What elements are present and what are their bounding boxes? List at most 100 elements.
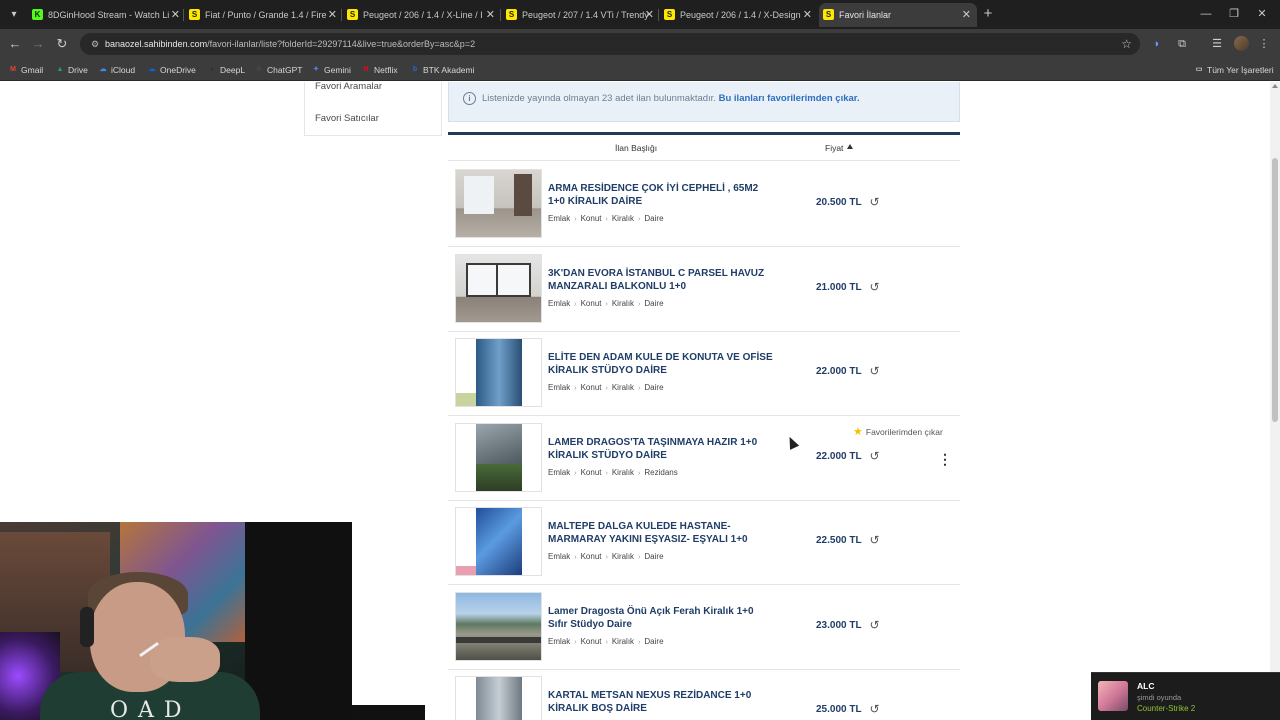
browser-tab-3[interactable]: S Peugeot / 206 / 1.4 / X-Line / I ✕ bbox=[343, 3, 501, 27]
breadcrumb-item[interactable]: Daire bbox=[644, 637, 663, 646]
steam-friend-notification[interactable]: ALC şimdi oyunda Counter-Strike 2 bbox=[1091, 672, 1280, 720]
tab-search-icon[interactable]: ▾ bbox=[4, 5, 24, 25]
listing-title[interactable]: MALTEPE DALGA KULEDE HASTANE-MARMARAY YA… bbox=[548, 520, 773, 546]
bookmark-netflix[interactable]: N Netflix bbox=[361, 59, 397, 81]
breadcrumb-item[interactable]: Konut bbox=[581, 468, 602, 477]
bookmark-drive[interactable]: ▲ Drive bbox=[55, 59, 88, 81]
sidebar-item-favori-saticilar[interactable]: Favori Satıcılar bbox=[315, 113, 379, 124]
table-row[interactable]: ARMA RESİDENCE ÇOK İYİ CEPHELİ , 65M2 1+… bbox=[448, 162, 960, 247]
breadcrumb-item[interactable]: Kiralık bbox=[612, 637, 634, 646]
reload-button[interactable]: ↻ bbox=[52, 34, 72, 54]
remove-inactive-link[interactable]: Bu ilanları favorilerimden çıkar. bbox=[719, 93, 860, 104]
back-button[interactable]: ← bbox=[5, 34, 25, 54]
price-history-icon[interactable]: ↺ bbox=[868, 534, 881, 547]
profile-avatar[interactable] bbox=[1234, 36, 1249, 51]
price-history-icon[interactable]: ↺ bbox=[868, 618, 881, 632]
browser-tab-4[interactable]: S Peugeot / 207 / 1.4 VTi / Trendy ✕ bbox=[502, 3, 660, 27]
scrollbar-thumb[interactable] bbox=[1272, 158, 1278, 422]
extensions-puzzle-icon[interactable]: ⧉ bbox=[1172, 34, 1192, 54]
browser-tab-5[interactable]: S Peugeot / 206 / 1.4 / X-Design ✕ bbox=[660, 3, 818, 27]
listing-thumbnail[interactable] bbox=[455, 676, 542, 720]
price-history-icon[interactable]: ↺ bbox=[868, 449, 881, 463]
scroll-up-icon[interactable] bbox=[1272, 84, 1278, 88]
listing-title[interactable]: LAMER DRAGOS'TA TAŞINMAYA HAZIR 1+0 KİRA… bbox=[548, 436, 773, 462]
forward-button[interactable]: → bbox=[28, 34, 48, 54]
close-window-icon[interactable]: ✕ bbox=[1252, 4, 1272, 24]
listing-thumbnail[interactable] bbox=[455, 253, 542, 323]
listing-thumbnail[interactable] bbox=[455, 507, 542, 576]
breadcrumb-item[interactable]: Emlak bbox=[548, 468, 570, 477]
breadcrumb-item[interactable]: Daire bbox=[644, 383, 663, 392]
breadcrumb-item[interactable]: Konut bbox=[581, 637, 602, 646]
price-history-icon[interactable]: ↺ bbox=[868, 280, 881, 294]
tab-close-icon[interactable]: ✕ bbox=[328, 3, 337, 27]
breadcrumb-item[interactable]: Kiralık bbox=[612, 299, 634, 308]
table-row[interactable]: MALTEPE DALGA KULEDE HASTANE-MARMARAY YA… bbox=[448, 500, 960, 585]
listing-thumbnail[interactable] bbox=[455, 169, 542, 238]
remove-favorite-button[interactable]: ★ Favorilerimden çıkar bbox=[853, 425, 943, 438]
sort-ascending-icon[interactable] bbox=[847, 144, 853, 149]
url-text[interactable]: banaozel.sahibinden.com/favori-ilanlar/l… bbox=[105, 33, 475, 55]
breadcrumb-item[interactable]: Kiralık bbox=[612, 552, 634, 561]
listing-title[interactable]: Lamer Dragosta Önü Açık Ferah Kiralık 1+… bbox=[548, 605, 773, 631]
column-header-title[interactable]: İlan Başlığı bbox=[615, 143, 657, 153]
browser-tab-6[interactable]: S Favori İlanlar ✕ bbox=[819, 3, 977, 27]
tab-close-icon[interactable]: ✕ bbox=[486, 3, 495, 27]
bookmark-gmail[interactable]: M Gmail bbox=[8, 59, 43, 81]
browser-tab-2[interactable]: S Fiat / Punto / Grande 1.4 / Fire ✕ bbox=[185, 3, 343, 27]
bookmark-chatgpt[interactable]: ✺ ChatGPT bbox=[254, 59, 302, 81]
price-history-icon[interactable]: ↺ bbox=[868, 365, 881, 378]
tab-search-menu-icon[interactable]: ☰ bbox=[1207, 34, 1227, 54]
table-row[interactable]: 3K'DAN EVORA İSTANBUL C PARSEL HAVUZ MAN… bbox=[448, 247, 960, 332]
breadcrumb-item[interactable]: Emlak bbox=[548, 637, 570, 646]
price-history-icon[interactable]: ↺ bbox=[868, 196, 881, 209]
sidebar-item-favori-aramalar[interactable]: Favori Aramalar bbox=[315, 82, 382, 92]
breadcrumb-item[interactable]: Kiralık bbox=[612, 468, 634, 477]
breadcrumb-item[interactable]: Emlak bbox=[548, 383, 570, 392]
breadcrumb-item[interactable]: Emlak bbox=[548, 552, 570, 561]
tab-close-icon[interactable]: ✕ bbox=[645, 3, 654, 27]
bookmark-onedrive[interactable]: ☁ OneDrive bbox=[147, 59, 196, 81]
breadcrumb-item[interactable]: Konut bbox=[581, 383, 602, 392]
table-row[interactable]: KARTAL METSAN NEXUS REZİDANCE 1+0 KİRALI… bbox=[448, 669, 960, 720]
breadcrumb-item[interactable]: Konut bbox=[581, 299, 602, 308]
tab-close-icon[interactable]: ✕ bbox=[803, 3, 812, 27]
breadcrumb-item[interactable]: Kiralık bbox=[612, 383, 634, 392]
chrome-menu-icon[interactable]: ⋮ bbox=[1254, 34, 1274, 54]
listing-title[interactable]: ELİTE DEN ADAM KULE DE KONUTA VE OFİSE K… bbox=[548, 351, 773, 377]
table-row[interactable]: Lamer Dragosta Önü Açık Ferah Kiralık 1+… bbox=[448, 585, 960, 670]
new-tab-button[interactable]: + bbox=[980, 4, 996, 24]
tab-close-icon[interactable]: ✕ bbox=[962, 3, 971, 27]
minimize-icon[interactable]: — bbox=[1196, 4, 1216, 24]
bookmark-icloud[interactable]: ☁ iCloud bbox=[98, 59, 136, 81]
more-options-icon[interactable]: ⋮ bbox=[938, 451, 952, 467]
price-history-icon[interactable]: ↺ bbox=[868, 703, 881, 716]
listing-thumbnail[interactable] bbox=[455, 338, 542, 407]
breadcrumb-item[interactable]: Konut bbox=[581, 552, 602, 561]
bookmark-gemini[interactable]: ✦ Gemini bbox=[311, 59, 351, 81]
bookmark-btk-akademi[interactable]: b BTK Akademi bbox=[410, 59, 475, 81]
listing-thumbnail[interactable] bbox=[455, 591, 542, 661]
table-row[interactable]: ELİTE DEN ADAM KULE DE KONUTA VE OFİSE K… bbox=[448, 331, 960, 416]
tab-close-icon[interactable]: ✕ bbox=[171, 3, 180, 27]
restore-icon[interactable]: ❐ bbox=[1224, 4, 1244, 24]
listing-title[interactable]: KARTAL METSAN NEXUS REZİDANCE 1+0 KİRALI… bbox=[548, 689, 773, 715]
listing-thumbnail[interactable] bbox=[455, 422, 542, 492]
bookmark-star-icon[interactable]: ☆ bbox=[1121, 35, 1132, 53]
table-row[interactable]: LAMER DRAGOS'TA TAŞINMAYA HAZIR 1+0 KİRA… bbox=[448, 416, 960, 501]
breadcrumb-item[interactable]: Daire bbox=[644, 214, 663, 223]
breadcrumb-item[interactable]: Daire bbox=[644, 299, 663, 308]
column-header-price[interactable]: Fiyat bbox=[825, 143, 843, 153]
breadcrumb-item[interactable]: Kiralık bbox=[612, 214, 634, 223]
bookmark-deepl[interactable]: › DeepL bbox=[207, 59, 245, 81]
address-bar[interactable]: ⚙ banaozel.sahibinden.com/favori-ilanlar… bbox=[80, 33, 1140, 55]
listing-title[interactable]: 3K'DAN EVORA İSTANBUL C PARSEL HAVUZ MAN… bbox=[548, 267, 773, 293]
browser-tab-1[interactable]: K 8DGinHood Stream - Watch Li ✕ bbox=[28, 3, 186, 27]
listing-title[interactable]: ARMA RESİDENCE ÇOK İYİ CEPHELİ , 65M2 1+… bbox=[548, 182, 773, 208]
breadcrumb-item[interactable]: Konut bbox=[581, 214, 602, 223]
all-bookmarks[interactable]: ▭ Tüm Yer İşaretleri bbox=[1194, 59, 1274, 81]
breadcrumb-item[interactable]: Daire bbox=[644, 552, 663, 561]
page-scrollbar[interactable] bbox=[1270, 82, 1280, 720]
breadcrumb-item[interactable]: Emlak bbox=[548, 214, 570, 223]
breadcrumb-item[interactable]: Rezidans bbox=[644, 468, 677, 477]
